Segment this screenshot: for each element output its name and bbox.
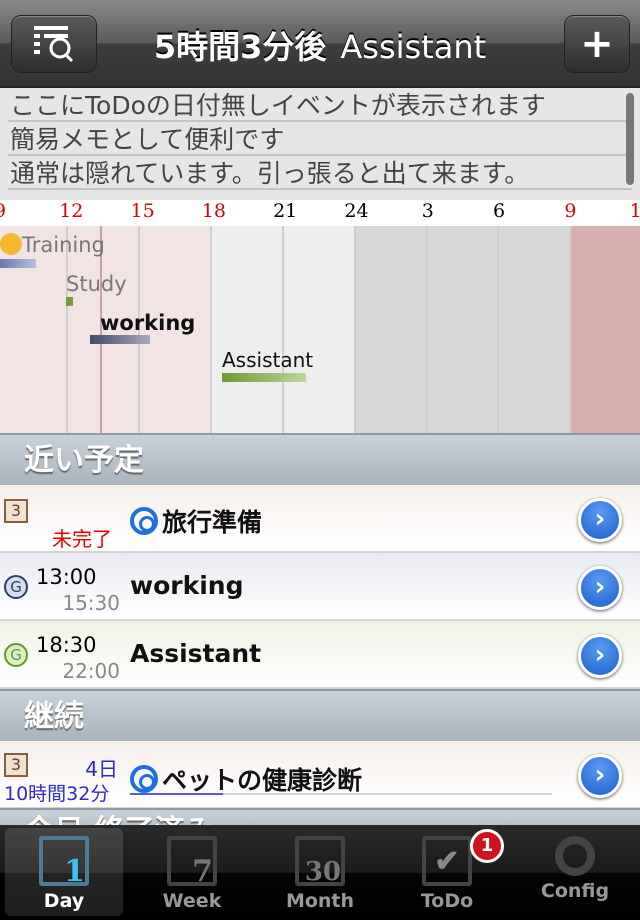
item-title: working [130, 571, 244, 600]
grinning-face-icon [0, 233, 22, 255]
bar-study [66, 297, 73, 306]
detail-disclosure-button[interactable]: › [578, 754, 622, 798]
list-item[interactable]: G 13:00 15:30 working › [0, 553, 640, 621]
plus-icon: + [580, 21, 614, 67]
tab-config[interactable]: Config [516, 828, 634, 916]
countdown: 5時間3分後 [153, 28, 327, 66]
status: 未完了 [52, 527, 112, 551]
bar-assistant [222, 373, 306, 382]
hour-label: 6 [493, 200, 506, 222]
hour-label: 3 [421, 200, 434, 222]
google-calendar-icon: G [4, 575, 28, 599]
week-icon: 7 [167, 836, 217, 889]
next-event: Assistant [340, 28, 487, 66]
hour-label: 12 [59, 200, 84, 222]
remaining: 10時間32分 [4, 783, 110, 805]
checkbox-icon: ✔ [422, 836, 472, 886]
tab-day[interactable]: 1 Day [5, 828, 123, 916]
calendar-badge: 3 [4, 753, 28, 777]
end-time: 22:00 [62, 659, 120, 683]
start-time: 13:00 [36, 565, 97, 589]
gear-icon [555, 836, 595, 876]
timeline-bg-morning [570, 226, 640, 433]
list-search-icon [34, 26, 74, 63]
list-item[interactable]: 3 4日 10時間32分 ペットの健康診断 › [0, 741, 640, 809]
detail-disclosure-button[interactable]: › [578, 566, 622, 610]
google-calendar-icon: G [4, 643, 28, 667]
end-time: 15:30 [62, 591, 120, 615]
memo-line: 通常は隠れています。引っ張ると出て来ます。 [8, 156, 632, 190]
days: 4日 [85, 757, 118, 781]
section-ongoing: 継続 [0, 689, 640, 741]
day-icon: 1 [39, 836, 89, 889]
nav-bar: 5時間3分後 Assistant + [0, 0, 640, 88]
start-time: 18:30 [36, 633, 97, 657]
hour-label: 24 [344, 200, 369, 222]
item-title: Assistant [130, 639, 262, 668]
item-title: ペットの健康診断 [162, 766, 363, 795]
tab-month[interactable]: 30 Month [261, 828, 379, 916]
list-item[interactable]: 3 未完了 旅行準備 › [0, 485, 640, 553]
item-title: 旅行準備 [162, 508, 263, 537]
spiral-icon [130, 765, 158, 793]
hour-label: 12 [629, 200, 640, 222]
bar-working [90, 335, 150, 344]
hour-label: 21 [273, 200, 298, 222]
event-assistant[interactable]: Assistant [222, 348, 313, 372]
section-upcoming: 近い予定 [0, 433, 640, 485]
detail-disclosure-button[interactable]: › [578, 498, 622, 542]
hour-label: 9 [0, 200, 6, 222]
nav-title: 5時間3分後 Assistant [100, 22, 540, 68]
month-icon: 30 [295, 836, 345, 887]
scrollbar[interactable] [626, 93, 634, 185]
detail-disclosure-button[interactable]: › [578, 634, 622, 678]
hour-label: 9 [564, 200, 577, 222]
list-search-button[interactable] [11, 15, 97, 73]
hour-label: 18 [201, 200, 226, 222]
calendar-badge: 3 [4, 499, 28, 523]
memo-line: ここにToDoの日付無しイベントが表示されます [8, 88, 632, 122]
tab-bar: 1 Day 7 Week 30 Month ✔ ToDo Config 1 [0, 825, 640, 920]
spiral-icon [130, 507, 158, 535]
memo-panel[interactable]: ここにToDoの日付無しイベントが表示されます 簡易メモとして便利です 通常は隠… [0, 88, 640, 200]
timeline[interactable]: Training Study working Assistant [0, 226, 640, 433]
hour-label: 15 [130, 200, 155, 222]
tab-week[interactable]: 7 Week [133, 828, 251, 916]
event-training[interactable]: Training [0, 233, 105, 257]
bar-training [0, 259, 36, 268]
hour-axis: 9 12 15 18 21 24 3 6 9 12 [0, 200, 640, 226]
todo-badge: 1 [470, 829, 504, 863]
timeline-bg-night [355, 226, 570, 433]
list-item[interactable]: G 18:30 22:00 Assistant › [0, 621, 640, 689]
progress-bar [130, 793, 552, 795]
event-working[interactable]: working [100, 311, 195, 335]
event-study[interactable]: Study [66, 272, 127, 296]
memo-line: 簡易メモとして便利です [8, 122, 632, 156]
add-button[interactable]: + [564, 15, 630, 73]
